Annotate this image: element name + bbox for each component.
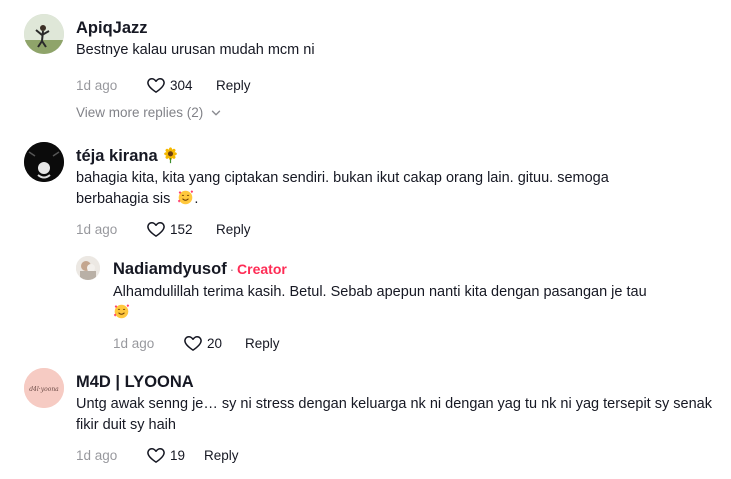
comment-time: 1d ago [113, 335, 155, 351]
reply-button[interactable]: Reply [216, 78, 251, 93]
heart-icon [147, 448, 165, 463]
sunflower-emoji-icon [164, 147, 178, 164]
like-button[interactable]: 19 [146, 445, 204, 465]
smiling-hearts-emoji-icon [113, 304, 130, 319]
comment-text: Alhamdulillah terima kasih. Betul. Sebab… [113, 282, 703, 324]
comment-text-body: bahagia kita, kita yang ciptakan sendiri… [76, 170, 609, 207]
avatar[interactable] [24, 142, 64, 182]
comment-text: Untg awak senng je… sy ni stress dengan … [76, 396, 712, 433]
comment-text: Bestnye kalau urusan mudah mcm ni [76, 42, 315, 58]
comment-text-suffix: . [194, 191, 199, 207]
avatar-image [24, 142, 64, 182]
chevron-down-icon [212, 110, 221, 115]
smiling-hearts-emoji-icon [178, 190, 194, 205]
comment-username[interactable]: téja kirana [76, 146, 676, 166]
avatar[interactable]: d4l·yoona [24, 368, 64, 408]
comment-time: 1d ago [76, 447, 118, 463]
creator-badge: Creator [237, 261, 287, 277]
comment-username[interactable]: Nadiamdyusof · Creator [113, 259, 703, 280]
like-count: 20 [207, 335, 223, 351]
comment-username[interactable]: ApiqJazz [76, 18, 716, 38]
avatar-image [76, 256, 100, 280]
reply-button[interactable]: Reply [245, 336, 280, 351]
like-button[interactable]: 152 [146, 219, 216, 239]
heart-icon [147, 78, 165, 93]
separator-dot: · [229, 262, 235, 277]
comments-list: ApiqJazz Bestnye kalau urusan mudah mcm … [0, 0, 731, 479]
like-count: 304 [170, 77, 193, 93]
avatar-image: d4l·yoona [24, 368, 64, 408]
comment-time: 1d ago [76, 221, 118, 237]
comment-text: bahagia kita, kita yang ciptakan sendiri… [76, 168, 676, 210]
view-more-label: View more replies (2) [76, 105, 204, 120]
avatar[interactable] [76, 256, 100, 280]
like-button[interactable]: 20 [183, 333, 245, 353]
view-more-replies[interactable]: View more replies (2) [76, 105, 223, 120]
heart-icon [147, 222, 165, 237]
username-text: téja kirana [76, 147, 158, 165]
comment-username[interactable]: M4D | LYOONA [76, 372, 716, 392]
like-button[interactable]: 304 [146, 75, 216, 95]
avatar-image [24, 14, 64, 54]
avatar-logo-text: d4l·yoona [29, 386, 59, 393]
avatar[interactable] [24, 14, 64, 54]
heart-icon [184, 336, 202, 351]
username-text: Nadiamdyusof [113, 260, 227, 278]
reply-button[interactable]: Reply [216, 222, 251, 237]
comment-time: 1d ago [76, 77, 118, 93]
like-count: 152 [170, 221, 193, 237]
reply-button[interactable]: Reply [204, 448, 239, 463]
like-count: 19 [170, 447, 186, 463]
comment-text-body: Alhamdulillah terima kasih. Betul. Sebab… [113, 284, 647, 300]
